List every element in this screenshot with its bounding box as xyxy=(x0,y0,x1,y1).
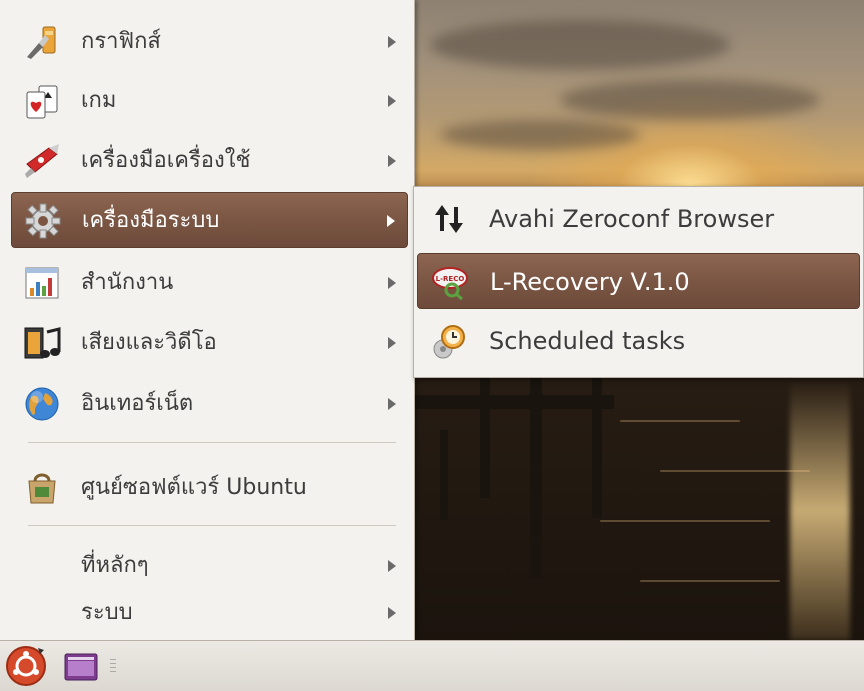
scheduled-tasks-clock-icon xyxy=(433,325,465,359)
menu-item-label: เสียงและวิดีโอ xyxy=(81,330,217,355)
submenu-arrow-icon xyxy=(388,155,396,167)
submenu-arrow-icon xyxy=(388,277,396,289)
menu-item-sound-video[interactable]: เสียงและวิดีโอ xyxy=(11,315,408,371)
menu-item-system-tools[interactable]: เครื่องมือระบบ xyxy=(11,192,408,248)
submenu-item-label: Avahi Zeroconf Browser xyxy=(489,205,775,233)
sun-reflection xyxy=(790,380,850,640)
show-desktop-icon[interactable] xyxy=(64,653,98,681)
menu-item-system[interactable]: ระบบ xyxy=(11,585,408,641)
menu-item-label: เกม xyxy=(81,88,117,113)
system-tools-submenu: Avahi Zeroconf Browser L-RECO L-Recovery… xyxy=(413,186,864,378)
menu-item-label: อินเทอร์เน็ต xyxy=(81,391,194,416)
submenu-item-label: L-Recovery V.1.0 xyxy=(490,268,690,296)
pier-deck xyxy=(414,395,614,409)
menu-item-label: เครื่องมือเครื่องใช้ xyxy=(81,148,251,173)
submenu-arrow-icon xyxy=(388,607,396,619)
menu-item-accessories[interactable]: เครื่องมือเครื่องใช้ xyxy=(11,133,408,189)
accessories-knife-icon xyxy=(25,144,59,178)
submenu-arrow-icon xyxy=(387,215,395,227)
water-ripple xyxy=(620,420,740,422)
submenu-arrow-icon xyxy=(388,36,396,48)
games-cards-icon xyxy=(26,85,58,119)
l-recovery-icon-text: L-RECO xyxy=(436,275,465,283)
submenu-item-avahi-zeroconf-browser[interactable]: Avahi Zeroconf Browser xyxy=(417,191,860,247)
panel-drag-handle-icon[interactable] xyxy=(110,657,116,675)
avahi-arrows-icon xyxy=(435,205,463,233)
pier-post xyxy=(480,378,490,498)
submenu-item-label: Scheduled tasks xyxy=(489,327,686,355)
water-ripple xyxy=(640,580,780,582)
submenu-arrow-icon xyxy=(388,95,396,107)
sound-video-icon xyxy=(24,327,61,359)
bottom-panel xyxy=(0,640,864,691)
water-ripple xyxy=(600,520,770,522)
submenu-arrow-icon xyxy=(388,337,396,349)
menu-item-label: สำนักงาน xyxy=(81,270,174,295)
menu-item-internet[interactable]: อินเทอร์เน็ต xyxy=(11,376,408,432)
water-ripple xyxy=(660,470,810,472)
pier-post xyxy=(530,378,542,578)
cloud xyxy=(430,20,730,70)
menu-item-label: ศูนย์ซอฟต์แวร์ Ubuntu xyxy=(81,475,307,500)
internet-globe-icon xyxy=(25,387,59,421)
office-spreadsheet-icon xyxy=(25,267,59,299)
menu-item-label: ระบบ xyxy=(81,600,133,625)
menu-item-label: กราฟิกส์ xyxy=(81,29,161,54)
menu-item-graphics[interactable]: กราฟิกส์ xyxy=(11,14,408,70)
submenu-item-scheduled-tasks[interactable]: Scheduled tasks xyxy=(417,313,860,369)
menu-item-ubuntu-software-center[interactable]: ศูนย์ซอฟต์แวร์ Ubuntu xyxy=(11,460,408,516)
submenu-arrow-icon xyxy=(388,398,396,410)
software-center-icon xyxy=(28,473,56,504)
cloud xyxy=(560,80,820,120)
submenu-arrow-icon xyxy=(388,560,396,572)
l-recovery-icon: L-RECO xyxy=(432,267,468,300)
menu-item-games[interactable]: เกม xyxy=(11,73,408,129)
pier-post xyxy=(440,430,448,520)
system-gear-icon xyxy=(25,203,61,239)
menu-separator xyxy=(28,442,396,443)
main-menu-logo-icon[interactable] xyxy=(4,644,48,688)
applications-menu: กราฟิกส์ เกม เครื่องมือเครื่องใช้ เครื่อ… xyxy=(0,0,415,640)
graphics-icon xyxy=(27,26,56,59)
menu-item-office[interactable]: สำนักงาน xyxy=(11,255,408,311)
cloud xyxy=(440,120,640,150)
menu-separator xyxy=(28,525,396,526)
menu-item-label: เครื่องมือระบบ xyxy=(82,208,220,233)
pier-post xyxy=(592,378,602,518)
submenu-item-l-recovery[interactable]: L-RECO L-Recovery V.1.0 xyxy=(417,253,860,309)
